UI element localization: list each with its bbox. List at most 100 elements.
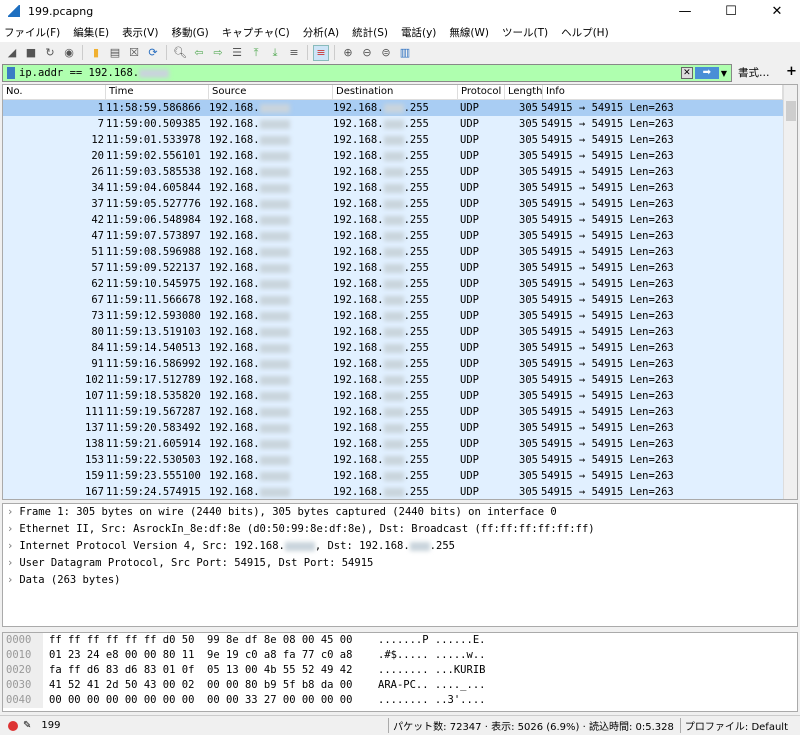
expert-info-icon[interactable]	[8, 720, 18, 731]
hex-bytes[interactable]: 41 52 41 2d 50 43 00 02 00 00 80 b9 5f b…	[43, 678, 378, 693]
comment-icon[interactable]: ✎	[23, 720, 31, 731]
filter-dropdown-icon[interactable]: ▼	[721, 69, 727, 78]
menu-item[interactable]: 電話(y)	[401, 25, 436, 40]
menu-item[interactable]: 統計(S)	[352, 25, 388, 40]
hex-bytes[interactable]: fa ff d6 83 d6 83 01 0f 05 13 00 4b 55 5…	[43, 663, 378, 678]
close-button[interactable]: ✕	[754, 4, 800, 19]
detail-tree-item[interactable]: › Ethernet II, Src: AsrockIn_8e:df:8e (d0…	[3, 521, 797, 538]
table-row[interactable]: 47 11:59:07.573897 192.168. 192.168. .255 UDP…	[3, 228, 797, 244]
display-filter-input[interactable]: ip.addr == 192.168. ✕ ➡ ▼	[2, 64, 732, 82]
expand-arrow-icon[interactable]: ›	[7, 523, 13, 535]
detail-tree-item[interactable]: › Internet Protocol Version 4, Src: 192.1…	[3, 538, 797, 555]
go-to-packet-icon[interactable]: ☰	[229, 45, 245, 61]
menu-item[interactable]: ファイル(F)	[4, 25, 60, 40]
apply-filter-icon[interactable]: ➡	[694, 67, 719, 79]
column-header[interactable]: Time	[106, 85, 209, 99]
column-header[interactable]: Protocol	[458, 85, 505, 99]
autoscroll-icon[interactable]: ≡	[286, 45, 302, 61]
expand-arrow-icon[interactable]: ›	[7, 557, 13, 569]
table-row[interactable]: 26 11:59:03.585538 192.168. 192.168. .255 UDP…	[3, 164, 797, 180]
table-row[interactable]: 20 11:59:02.556101 192.168. 192.168. .255 UDP…	[3, 148, 797, 164]
hex-bytes[interactable]: 00 00 00 00 00 00 00 00 00 00 33 27 00 0…	[43, 693, 378, 708]
menu-item[interactable]: 移動(G)	[171, 25, 208, 40]
table-row[interactable]: 12 11:59:01.533978 192.168. 192.168. .255 UDP…	[3, 132, 797, 148]
capture-options-icon[interactable]: ◉	[61, 45, 77, 61]
start-capture-icon[interactable]: ◢	[4, 45, 20, 61]
filter-format-button[interactable]: 書式…	[738, 65, 770, 80]
cell-protocol: UDP	[460, 342, 479, 354]
dest-suffix: .255	[403, 470, 429, 482]
hex-bytes[interactable]: ff ff ff ff ff ff d0 50 99 8e df 8e 08 0…	[43, 633, 378, 648]
hex-ascii[interactable]: .......P ......E.	[378, 633, 485, 648]
bookmark-icon[interactable]	[7, 67, 15, 79]
table-row[interactable]: 37 11:59:05.527776 192.168. 192.168. .255 UDP…	[3, 196, 797, 212]
menu-item[interactable]: ツール(T)	[502, 25, 548, 40]
expand-arrow-icon[interactable]: ›	[7, 506, 13, 518]
table-row[interactable]: 138 11:59:21.605914 192.168. 192.168. .255 UD…	[3, 436, 797, 452]
table-row[interactable]: 57 11:59:09.522137 192.168. 192.168. .255 UDP…	[3, 260, 797, 276]
expand-arrow-icon[interactable]: ›	[7, 574, 13, 586]
column-header[interactable]: Destination	[333, 85, 458, 99]
hex-ascii[interactable]: ARA-PC.. ...._...	[378, 678, 485, 693]
packet-list-scrollbar[interactable]	[783, 85, 797, 499]
detail-tree-item[interactable]: › Frame 1: 305 bytes on wire (2440 bits),…	[3, 504, 797, 521]
status-profile[interactable]: プロファイル: Default	[679, 718, 788, 733]
zoom-reset-icon[interactable]: ⊜	[378, 45, 394, 61]
stop-capture-icon[interactable]: ■	[23, 45, 39, 61]
zoom-in-icon[interactable]: ⊕	[340, 45, 356, 61]
table-row[interactable]: 67 11:59:11.566678 192.168. 192.168. .255 UDP…	[3, 292, 797, 308]
zoom-out-icon[interactable]: ⊖	[359, 45, 375, 61]
table-row[interactable]: 167 11:59:24.574915 192.168. 192.168. .255 UD…	[3, 484, 797, 499]
save-file-icon[interactable]: ▤	[107, 45, 123, 61]
table-row[interactable]: 73 11:59:12.593080 192.168. 192.168. .255 UDP…	[3, 308, 797, 324]
table-row[interactable]: 1 11:58:59.586866 192.168. 192.168. .255 UDP 3…	[3, 100, 797, 116]
expand-arrow-icon[interactable]: ›	[7, 540, 13, 552]
table-row[interactable]: 7 11:59:00.509385 192.168. 192.168. .255 UDP 3…	[3, 116, 797, 132]
last-packet-icon[interactable]: ⤓	[267, 45, 283, 61]
table-row[interactable]: 34 11:59:04.605844 192.168. 192.168. .255 UDP…	[3, 180, 797, 196]
column-header[interactable]: No.	[3, 85, 106, 99]
menu-item[interactable]: ヘルプ(H)	[561, 25, 609, 40]
open-file-icon[interactable]: ▮	[88, 45, 104, 61]
column-header[interactable]: Info	[543, 85, 783, 99]
hex-ascii[interactable]: .#$..... .....w..	[378, 648, 485, 663]
table-row[interactable]: 62 11:59:10.545975 192.168. 192.168. .255 UDP…	[3, 276, 797, 292]
maximize-button[interactable]: ☐	[708, 4, 754, 19]
first-packet-icon[interactable]: ⤒	[248, 45, 264, 61]
go-forward-icon[interactable]: ⇨	[210, 45, 226, 61]
close-file-icon[interactable]: ☒	[126, 45, 142, 61]
detail-tree-item[interactable]: › User Datagram Protocol, Src Port: 54915…	[3, 555, 797, 572]
menu-item[interactable]: 表示(V)	[122, 25, 158, 40]
colorize-icon[interactable]: ≡	[313, 44, 329, 61]
find-packet-icon[interactable]: 🔍︎	[172, 45, 188, 61]
minimize-button[interactable]: —	[662, 4, 708, 19]
hex-ascii[interactable]: ........ ...KURIB	[378, 663, 485, 678]
add-filter-button[interactable]: +	[786, 64, 797, 79]
column-header[interactable]: Source	[209, 85, 333, 99]
column-header[interactable]: Length	[505, 85, 543, 99]
table-row[interactable]: 153 11:59:22.530503 192.168. 192.168. .255 UD…	[3, 452, 797, 468]
hex-ascii[interactable]: ........ ..3'....	[378, 693, 485, 708]
table-row[interactable]: 107 11:59:18.535820 192.168. 192.168. .255 UD…	[3, 388, 797, 404]
table-row[interactable]: 51 11:59:08.596988 192.168. 192.168. .255 UDP…	[3, 244, 797, 260]
menu-item[interactable]: 編集(E)	[73, 25, 109, 40]
restart-capture-icon[interactable]: ↻	[42, 45, 58, 61]
table-row[interactable]: 80 11:59:13.519103 192.168. 192.168. .255 UDP…	[3, 324, 797, 340]
clear-filter-icon[interactable]: ✕	[680, 67, 693, 79]
cell-length: 305	[519, 102, 538, 114]
resize-columns-icon[interactable]: ▥	[397, 45, 413, 61]
table-row[interactable]: 91 11:59:16.586992 192.168. 192.168. .255 UDP…	[3, 356, 797, 372]
table-row[interactable]: 102 11:59:17.512789 192.168. 192.168. .255 UD…	[3, 372, 797, 388]
go-back-icon[interactable]: ⇦	[191, 45, 207, 61]
menu-item[interactable]: 分析(A)	[303, 25, 339, 40]
table-row[interactable]: 84 11:59:14.540513 192.168. 192.168. .255 UDP…	[3, 340, 797, 356]
reload-file-icon[interactable]: ⟳	[145, 45, 161, 61]
hex-bytes[interactable]: 01 23 24 e8 00 00 80 11 9e 19 c0 a8 fa 7…	[43, 648, 378, 663]
table-row[interactable]: 137 11:59:20.583492 192.168. 192.168. .255 UD…	[3, 420, 797, 436]
table-row[interactable]: 42 11:59:06.548984 192.168. 192.168. .255 UDP…	[3, 212, 797, 228]
menu-item[interactable]: 無線(W)	[449, 25, 489, 40]
table-row[interactable]: 111 11:59:19.567287 192.168. 192.168. .255 UD…	[3, 404, 797, 420]
detail-tree-item[interactable]: › Data (263 bytes)	[3, 572, 797, 589]
table-row[interactable]: 159 11:59:23.555100 192.168. 192.168. .255 UD…	[3, 468, 797, 484]
menu-item[interactable]: キャプチャ(C)	[222, 25, 290, 40]
